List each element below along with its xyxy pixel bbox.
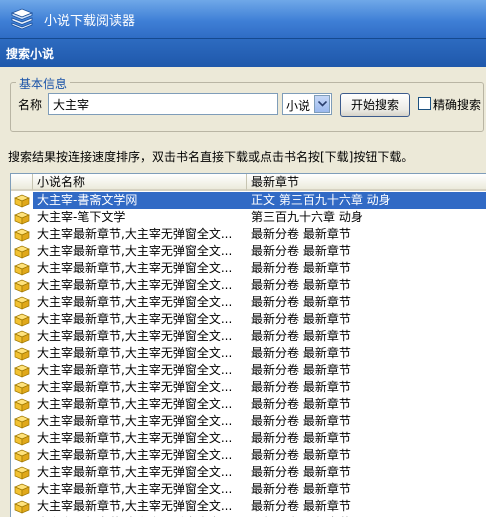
novel-name-cell: 大主宰最新章节,大主宰无弹窗全文... — [37, 295, 233, 309]
table-row[interactable]: 大主宰最新章节,大主宰无弹窗全文... 最新分卷 最新章节 — [11, 260, 486, 277]
book-icon — [14, 330, 30, 344]
table-row[interactable]: 大主宰最新章节,大主宰无弹窗全文... 最新分卷 最新章节 — [11, 226, 486, 243]
novel-name-cell: 大主宰最新章节,大主宰无弹窗全文... — [37, 482, 233, 496]
novel-name-cell: 大主宰最新章节,大主宰无弹窗全文... — [37, 244, 233, 258]
title-bar[interactable]: 小说下载阅读器 — [0, 0, 486, 38]
panel-header: 搜索小说 — [0, 38, 486, 67]
table-row[interactable]: 大主宰最新章节,大主宰无弹窗全文... 最新分卷 最新章节 — [11, 464, 486, 481]
novel-name-cell: 大主宰最新章节,大主宰无弹窗全文... — [37, 261, 233, 275]
latest-chapter-cell: 最新分卷 最新章节 — [251, 312, 351, 326]
book-icon — [14, 245, 30, 259]
table-row[interactable]: 大主宰-書斋文学网 正文 第三百九十六章 动身 — [11, 192, 486, 209]
table-row[interactable]: 大主宰最新章节,大主宰无弹窗全文... 最新分卷 最新章节 — [11, 447, 486, 464]
latest-chapter-cell: 最新分卷 最新章节 — [251, 465, 351, 479]
book-icon — [14, 415, 30, 429]
group-legend: 基本信息 — [16, 75, 71, 92]
table-row[interactable]: 大主宰最新章节,大主宰无弹窗全文... 最新分卷 最新章节 — [11, 294, 486, 311]
book-icon — [14, 347, 30, 361]
book-icon — [14, 296, 30, 310]
novel-name-cell: 大主宰最新章节,大主宰无弹窗全文... — [37, 346, 233, 360]
latest-chapter-cell: 最新分卷 最新章节 — [251, 499, 351, 513]
novel-name-cell: 大主宰-笔下文学 — [37, 210, 126, 224]
type-select[interactable]: 小说 — [282, 93, 332, 115]
latest-chapter-cell: 最新分卷 最新章节 — [251, 363, 351, 377]
column-header-name[interactable]: 小说名称 — [33, 174, 247, 191]
start-search-button[interactable]: 开始搜索 — [340, 93, 410, 117]
table-row[interactable]: 大主宰最新章节,大主宰无弹窗全文... 最新分卷 最新章节 — [11, 362, 486, 379]
book-icon — [14, 466, 30, 480]
book-icon — [14, 364, 30, 378]
name-label: 名称 — [18, 98, 43, 112]
book-icon — [14, 262, 30, 276]
latest-chapter-cell: 最新分卷 最新章节 — [251, 244, 351, 258]
table-row[interactable]: 大主宰最新章节,大主宰无弹窗全文... 最新分卷 最新章节 — [11, 481, 486, 498]
latest-chapter-cell: 最新分卷 最新章节 — [251, 346, 351, 360]
latest-chapter-cell: 最新分卷 最新章节 — [251, 329, 351, 343]
table-row[interactable]: 大主宰最新章节,大主宰无弹窗全文... 最新分卷 最新章节 — [11, 328, 486, 345]
latest-chapter-cell: 最新分卷 最新章节 — [251, 278, 351, 292]
latest-chapter-cell: 最新分卷 最新章节 — [251, 295, 351, 309]
book-icon — [14, 381, 30, 395]
novel-name-cell: 大主宰最新章节,大主宰无弹窗全文... — [37, 465, 233, 479]
book-icon — [14, 449, 30, 463]
table-row[interactable]: 大主宰最新章节,大主宰无弹窗全文... 最新分卷 最新章节 — [11, 311, 486, 328]
table-row[interactable]: 大主宰-笔下文学 第三百九十六章 动身 — [11, 209, 486, 226]
icon-column-header[interactable] — [11, 174, 33, 191]
novel-name-cell: 大主宰最新章节,大主宰无弹窗全文... — [37, 397, 233, 411]
latest-chapter-cell: 第三百九十六章 动身 — [251, 210, 363, 224]
book-icon — [14, 194, 30, 208]
novel-name-cell: 大主宰最新章节,大主宰无弹窗全文... — [37, 329, 233, 343]
table-row[interactable]: 大主宰最新章节,大主宰无弹窗全文... 最新分卷 最新章节 — [11, 396, 486, 413]
latest-chapter-cell: 最新分卷 最新章节 — [251, 414, 351, 428]
table-row[interactable]: 大主宰最新章节,大主宰无弹窗全文... 最新分卷 最新章节 — [11, 379, 486, 396]
novel-name-cell: 大主宰最新章节,大主宰无弹窗全文... — [37, 312, 233, 326]
latest-chapter-cell: 最新分卷 最新章节 — [251, 431, 351, 445]
novel-name-cell: 大主宰最新章节,大主宰无弹窗全文... — [37, 448, 233, 462]
novel-name-cell: 大主宰最新章节,大主宰无弹窗全文... — [37, 431, 233, 445]
latest-chapter-cell: 最新分卷 最新章节 — [251, 261, 351, 275]
book-icon — [14, 483, 30, 497]
book-icon — [14, 398, 30, 412]
table-row[interactable]: 大主宰最新章节,大主宰无弹窗全文... 最新分卷 最新章节 — [11, 430, 486, 447]
novel-name-cell: 大主宰最新章节,大主宰无弹窗全文... — [37, 278, 233, 292]
type-select-value: 小说 — [286, 99, 311, 113]
book-icon — [14, 432, 30, 446]
results-list[interactable]: 小说名称 最新章节 大主宰-書斋文学网 正文 第三百九十六章 动身 大主宰-笔下文学… — [10, 173, 486, 517]
book-icon — [14, 279, 30, 293]
latest-chapter-cell: 最新分卷 最新章节 — [251, 380, 351, 394]
novel-name-cell: 大主宰最新章节,大主宰无弹窗全文... — [37, 499, 233, 513]
table-row[interactable]: 大主宰最新章节,大主宰无弹窗全文... 最新分卷 最新章节 — [11, 345, 486, 362]
latest-chapter-cell: 最新分卷 最新章节 — [251, 397, 351, 411]
novel-name-cell: 大主宰-書斋文学网 — [33, 192, 249, 209]
exact-search-checkbox[interactable] — [418, 97, 431, 110]
table-row[interactable]: 大主宰最新章节,大主宰无弹窗全文... 最新分卷 最新章节 — [11, 498, 486, 515]
name-input[interactable]: 大主宰 — [48, 93, 278, 115]
book-icon — [14, 500, 30, 514]
novel-name-cell: 大主宰最新章节,大主宰无弹窗全文... — [37, 227, 233, 241]
novel-name-cell: 大主宰最新章节,大主宰无弹窗全文... — [37, 414, 233, 428]
novel-name-cell: 大主宰最新章节,大主宰无弹窗全文... — [37, 363, 233, 377]
table-row[interactable]: 大主宰最新章节,大主宰无弹窗全文... 最新分卷 最新章节 — [11, 277, 486, 294]
books-stack-icon — [10, 8, 34, 30]
results-hint: 搜索结果按连接速度排序，双击书名直接下载或点击书名按[下载]按钮下载。 — [8, 150, 414, 164]
book-icon — [14, 313, 30, 327]
latest-chapter-cell: 最新分卷 最新章节 — [251, 448, 351, 462]
window-title: 小说下载阅读器 — [44, 14, 136, 29]
book-icon — [14, 211, 30, 225]
latest-chapter-cell: 最新分卷 最新章节 — [251, 482, 351, 496]
column-header-latest[interactable]: 最新章节 — [247, 174, 486, 191]
panel-title: 搜索小说 — [6, 47, 55, 61]
latest-chapter-cell: 最新分卷 最新章节 — [251, 227, 351, 241]
exact-search-label: 精确搜索 — [433, 98, 482, 112]
table-row[interactable]: 大主宰最新章节,大主宰无弹窗全文... 最新分卷 最新章节 — [11, 243, 486, 260]
latest-chapter-cell: 正文 第三百九十六章 动身 — [247, 192, 486, 209]
table-row[interactable]: 大主宰最新章节,大主宰无弹窗全文... 最新分卷 最新章节 — [11, 413, 486, 430]
novel-name-cell: 大主宰最新章节,大主宰无弹窗全文... — [37, 380, 233, 394]
book-icon — [14, 228, 30, 242]
chevron-down-icon[interactable] — [314, 95, 330, 113]
